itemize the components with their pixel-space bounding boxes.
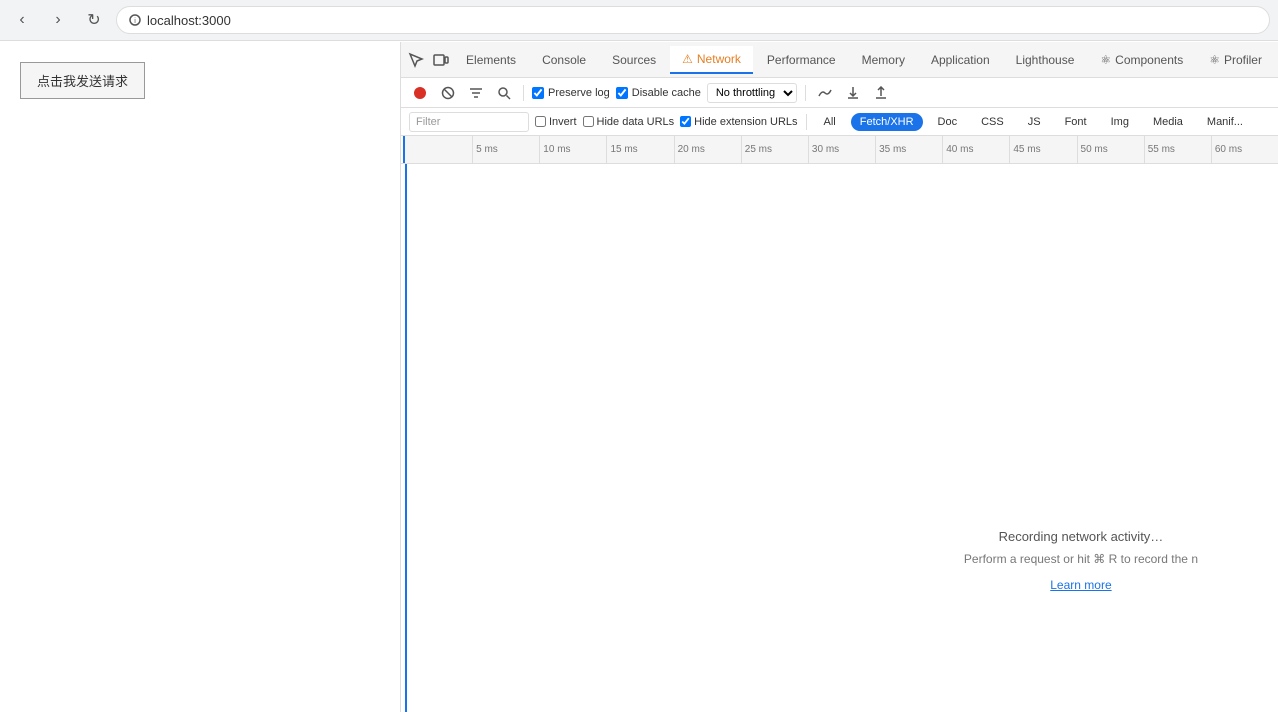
hide-extension-urls-checkbox[interactable]	[680, 116, 691, 127]
inspect-element-icon[interactable]	[405, 46, 428, 74]
invert-label: Invert	[549, 116, 577, 128]
browser-toolbar: ‹ › ↻ i localhost:3000	[0, 0, 1278, 40]
timeline-cursor	[405, 164, 407, 712]
address-bar[interactable]: i localhost:3000	[116, 6, 1270, 34]
disable-cache-label: Disable cache	[632, 87, 701, 99]
separator-2	[805, 85, 806, 101]
tab-elements[interactable]: Elements	[454, 46, 528, 74]
device-toolbar-icon[interactable]	[430, 46, 453, 74]
learn-more-link[interactable]: Learn more	[1050, 578, 1111, 592]
filter-icon-btn[interactable]	[465, 82, 487, 104]
lock-icon: i	[129, 14, 141, 26]
type-filter-img[interactable]: Img	[1102, 113, 1138, 131]
filter-input[interactable]	[409, 112, 529, 132]
tab-profiler[interactable]: ⚛ Profiler	[1197, 46, 1274, 74]
tab-console-label: Console	[542, 53, 586, 67]
tab-application[interactable]: Application	[919, 46, 1002, 74]
record-button[interactable]	[409, 82, 431, 104]
type-filter-fetch-xhr[interactable]: Fetch/XHR	[851, 113, 923, 131]
recording-title: Recording network activity…	[964, 529, 1198, 544]
tab-sources[interactable]: Sources	[600, 46, 668, 74]
network-main-area: Recording network activity… Perform a re…	[401, 164, 1278, 712]
invert-checkbox[interactable]	[535, 116, 546, 127]
tab-application-label: Application	[931, 53, 990, 67]
type-filter-manifest[interactable]: Manif...	[1198, 113, 1252, 131]
hide-data-urls-checkbox[interactable]	[583, 116, 594, 127]
tab-console[interactable]: Console	[530, 46, 598, 74]
separator-1	[523, 85, 524, 101]
tab-elements-label: Elements	[466, 53, 516, 67]
timeline-tick: 50 ms	[1077, 136, 1108, 163]
components-icon: ⚛	[1100, 53, 1111, 67]
tab-performance-label: Performance	[767, 53, 836, 67]
timeline-tick: 35 ms	[875, 136, 906, 163]
throttle-select[interactable]: No throttling Fast 3G Slow 3G Offline	[707, 83, 797, 103]
timeline-tick: 15 ms	[606, 136, 637, 163]
timeline-tick: 60 ms	[1211, 136, 1242, 163]
tab-lighthouse-label: Lighthouse	[1016, 53, 1075, 67]
tab-memory-label: Memory	[862, 53, 905, 67]
hide-data-urls-checkbox-label[interactable]: Hide data URLs	[583, 116, 675, 128]
hide-extension-urls-label: Hide extension URLs	[694, 116, 797, 128]
tab-network[interactable]: ⚠ Network	[670, 46, 753, 74]
tab-lighthouse[interactable]: Lighthouse	[1004, 46, 1087, 74]
tab-sources-label: Sources	[612, 53, 656, 67]
timeline-tick: 5 ms	[472, 136, 498, 163]
timeline-tick: 30 ms	[808, 136, 839, 163]
profiler-icon: ⚛	[1209, 53, 1220, 67]
network-toolbar: Preserve log Disable cache No throttling…	[401, 78, 1278, 108]
timeline-tick: 40 ms	[942, 136, 973, 163]
type-filter-doc[interactable]: Doc	[929, 113, 967, 131]
browser-chrome: ‹ › ↻ i localhost:3000	[0, 0, 1278, 41]
preserve-log-checkbox[interactable]	[532, 87, 544, 99]
export-har-icon[interactable]	[842, 82, 864, 104]
timeline-tick: 10 ms	[539, 136, 570, 163]
tab-profiler-label: Profiler	[1224, 53, 1262, 67]
type-filter-font[interactable]: Font	[1056, 113, 1096, 131]
type-filter-js[interactable]: JS	[1019, 113, 1050, 131]
send-request-button[interactable]: 点击我发送请求	[20, 62, 145, 99]
timeline-tick: 25 ms	[741, 136, 772, 163]
filter-bar: Invert Hide data URLs Hide extension URL…	[401, 108, 1278, 136]
forward-button[interactable]: ›	[44, 6, 72, 34]
preserve-log-label: Preserve log	[548, 87, 610, 99]
reload-button[interactable]: ↻	[80, 6, 108, 34]
tab-performance[interactable]: Performance	[755, 46, 848, 74]
url-display: localhost:3000	[147, 13, 231, 28]
type-filter-css[interactable]: CSS	[972, 113, 1013, 131]
disable-cache-checkbox-label[interactable]: Disable cache	[616, 87, 701, 99]
hide-extension-urls-checkbox-label[interactable]: Hide extension URLs	[680, 116, 797, 128]
type-filter-media[interactable]: Media	[1144, 113, 1192, 131]
import-har-icon[interactable]	[870, 82, 892, 104]
tab-components-label: Components	[1115, 53, 1183, 67]
page-content: 点击我发送请求	[0, 42, 400, 712]
devtools-panel: Elements Console Sources ⚠ Network Perfo…	[400, 42, 1278, 712]
type-filter-all[interactable]: All	[815, 113, 845, 131]
tab-network-label: Network	[697, 52, 741, 66]
devtools-tab-bar: Elements Console Sources ⚠ Network Perfo…	[401, 42, 1278, 78]
timeline-tick: 20 ms	[674, 136, 705, 163]
tab-memory[interactable]: Memory	[850, 46, 917, 74]
hide-data-urls-label: Hide data URLs	[597, 116, 675, 128]
network-empty-state: Recording network activity… Perform a re…	[964, 529, 1198, 592]
filter-sep	[806, 114, 807, 130]
invert-checkbox-label[interactable]: Invert	[535, 116, 577, 128]
search-button[interactable]	[493, 82, 515, 104]
tab-components[interactable]: ⚛ Components	[1088, 46, 1195, 74]
svg-text:i: i	[134, 18, 136, 25]
timeline-tick: 55 ms	[1144, 136, 1175, 163]
network-conditions-icon[interactable]	[814, 82, 836, 104]
clear-button[interactable]	[437, 82, 459, 104]
back-button[interactable]: ‹	[8, 6, 36, 34]
disable-cache-checkbox[interactable]	[616, 87, 628, 99]
timeline-ticks: 5 ms 10 ms 15 ms 20 ms 25 ms 30 ms 35 ms 40 ms 4…	[405, 136, 1278, 163]
warning-icon: ⚠	[682, 52, 693, 66]
preserve-log-checkbox-label[interactable]: Preserve log	[532, 87, 610, 99]
recording-subtitle: Perform a request or hit ⌘ R to record t…	[964, 552, 1198, 566]
timeline-tick: 45 ms	[1009, 136, 1040, 163]
timeline-header: 5 ms 10 ms 15 ms 20 ms 25 ms 30 ms 35 ms 40 ms 4…	[401, 136, 1278, 164]
